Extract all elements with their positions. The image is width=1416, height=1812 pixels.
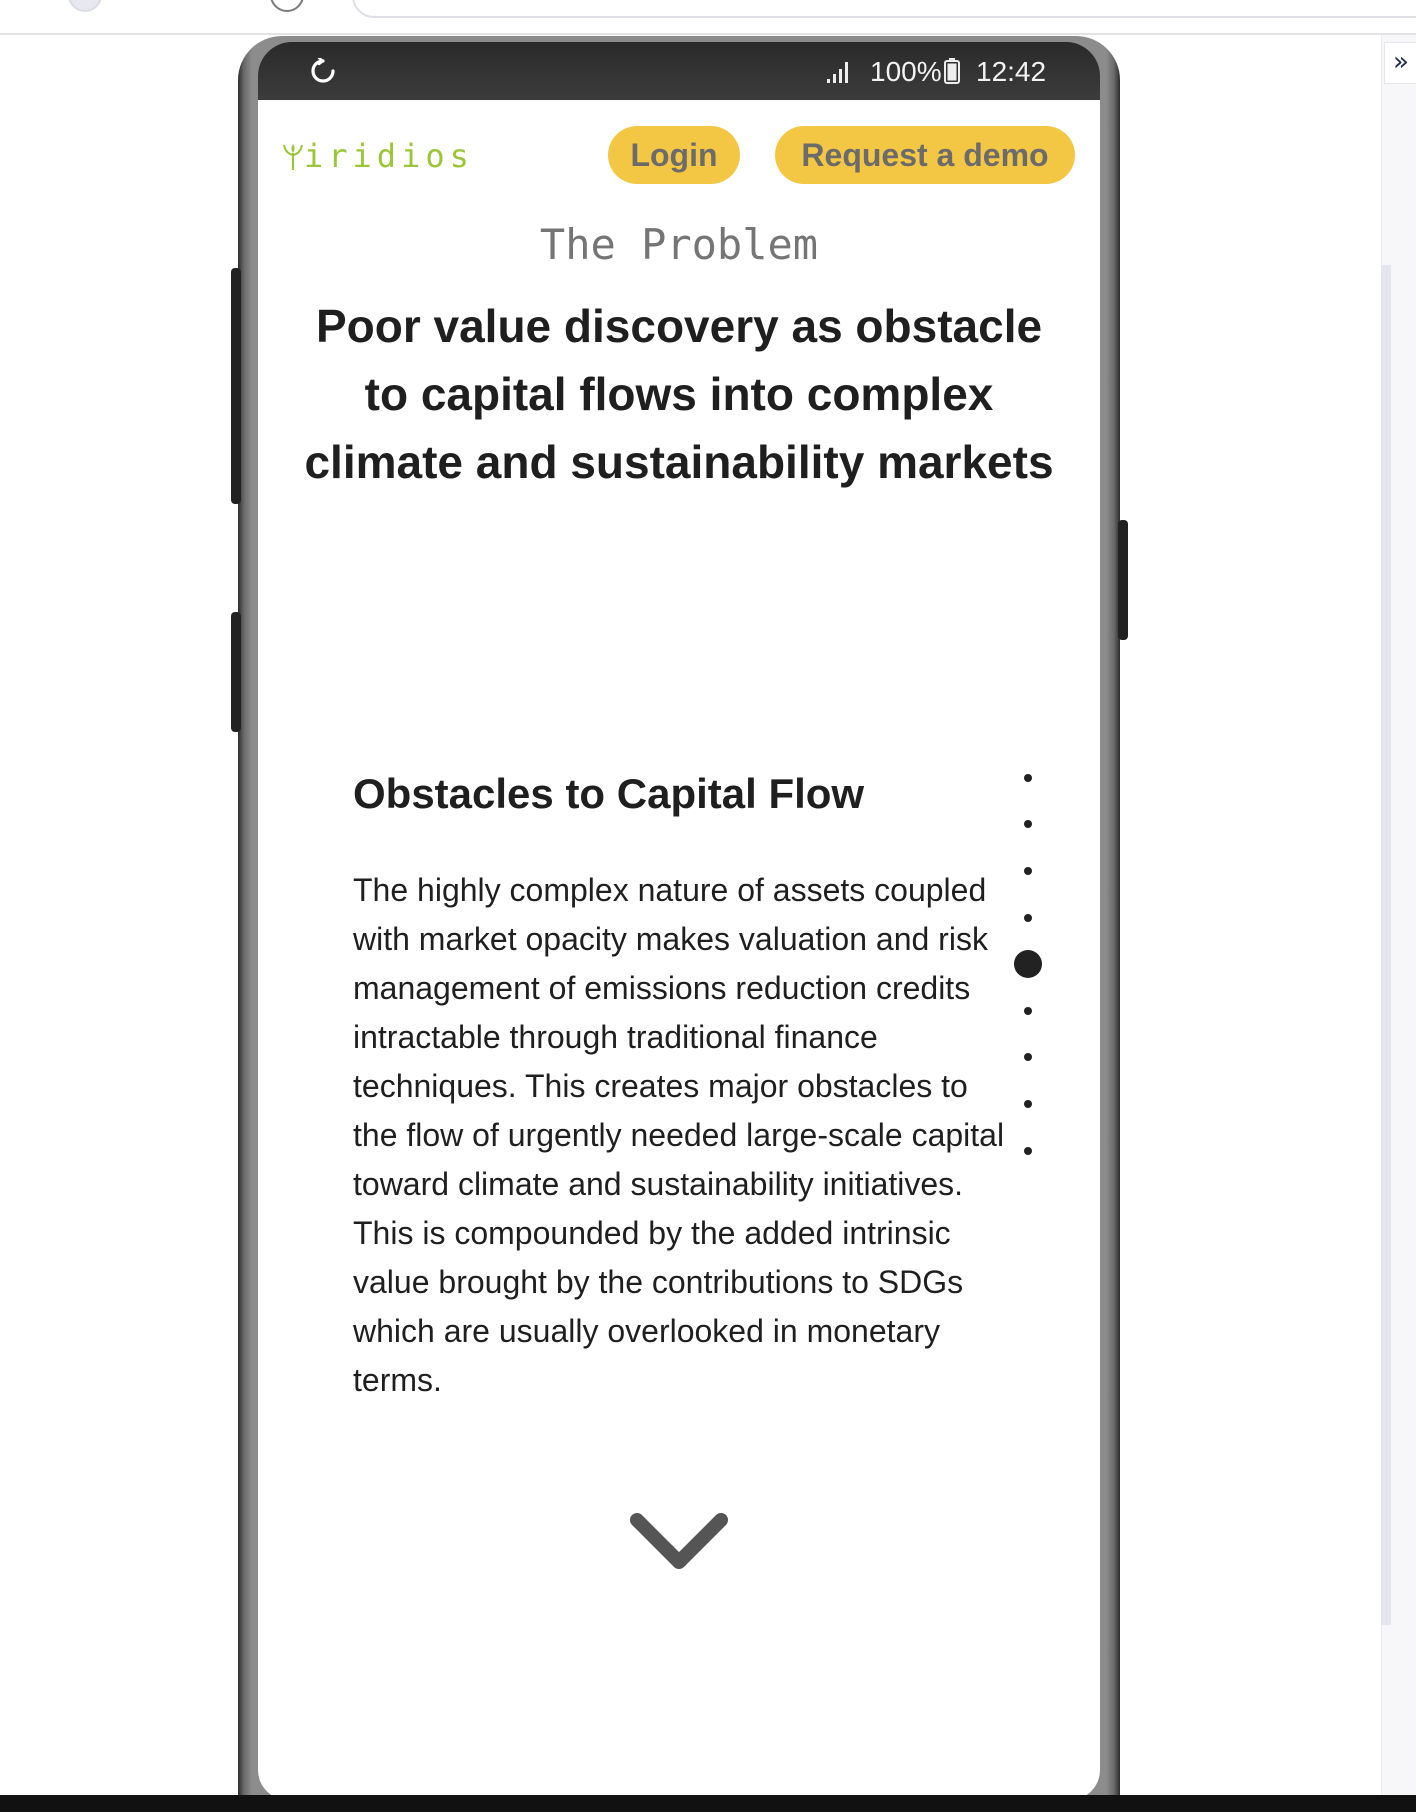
request-demo-button[interactable]: Request a demo (775, 126, 1075, 184)
phone-screen: iridios Login Request a demo The Problem… (258, 100, 1100, 1800)
address-bar[interactable] (352, 0, 1416, 18)
card-body: The highly complex nature of assets coup… (353, 872, 1005, 1398)
card-title: Obstacles to Capital Flow (353, 770, 865, 817)
back-button[interactable] (68, 0, 102, 12)
pagination-dot[interactable] (1024, 1053, 1032, 1061)
reload-icon (311, 58, 335, 83)
bottom-edge (0, 1795, 1416, 1812)
reload-button[interactable] (204, 0, 238, 12)
pagination-dot[interactable] (1024, 1007, 1032, 1015)
page: » 100% 12:42 iridios Login Request a dem… (0, 0, 1416, 1812)
logo-text: iridios (304, 137, 474, 175)
chevron-down-icon[interactable] (629, 1510, 729, 1574)
pagination-dot[interactable] (1024, 867, 1032, 875)
pagination-dot[interactable] (1024, 1100, 1032, 1108)
power-key (231, 612, 241, 732)
sprout-icon (283, 144, 303, 170)
browser-toolbar (0, 0, 1416, 35)
page-headline: Poor value discovery as obstacle to capi… (304, 300, 1054, 488)
scrollbar[interactable] (1381, 265, 1391, 1625)
pagination-dot[interactable] (1024, 774, 1032, 782)
site-logo[interactable]: iridios (282, 136, 474, 176)
login-button[interactable]: Login (608, 126, 740, 184)
pagination-dot[interactable] (1024, 820, 1032, 828)
forward-button[interactable] (130, 0, 164, 12)
status-time: 12:42 (976, 56, 1047, 87)
signal-icon (827, 62, 848, 83)
status-bar: 100% 12:42 (258, 42, 1100, 100)
volume-button (231, 268, 241, 504)
battery-percent: 100% (870, 56, 942, 87)
pagination-dot-active[interactable] (1014, 950, 1042, 978)
info-icon[interactable] (270, 0, 304, 12)
section-label: The Problem (539, 220, 819, 269)
pagination-dot[interactable] (1024, 914, 1032, 922)
pagination-dot[interactable] (1024, 1147, 1032, 1155)
side-key (1118, 520, 1128, 640)
expand-panel-button[interactable]: » (1384, 42, 1416, 84)
battery-icon (944, 58, 960, 84)
